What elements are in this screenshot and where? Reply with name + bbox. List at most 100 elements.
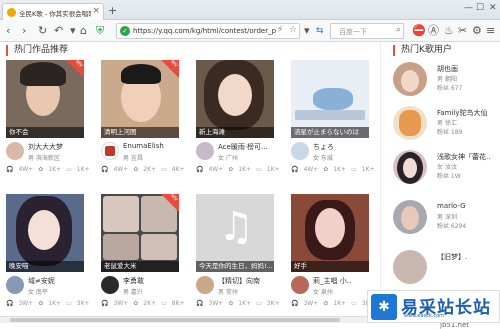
secure-lock-icon: ✓	[120, 26, 130, 36]
menu-icon[interactable]: ≡	[486, 24, 495, 37]
work-stats: 🎧 3W+ ✿ 1K+ ▭ 3K+	[196, 300, 286, 307]
comment-icon: ▭	[66, 166, 72, 173]
avatar[interactable]	[101, 276, 119, 294]
site-favicon-icon	[7, 8, 16, 17]
close-window-icon[interactable]: ✕	[489, 3, 497, 13]
extension-a-icon[interactable]: Ⓐ	[428, 24, 439, 37]
back-icon[interactable]: ‹	[6, 24, 10, 37]
avatar[interactable]	[6, 142, 24, 160]
user-gender-location: 女 汝汶	[437, 164, 457, 171]
user-item[interactable]: Family驼鸟大仙 男 徐汇 粉丝 189	[393, 106, 493, 146]
author-location: 女 东城	[313, 155, 333, 162]
author-location: 男 嘉兴	[123, 289, 143, 296]
translate-icon[interactable]: ♨	[444, 24, 454, 37]
work-thumbnail[interactable]: 好手	[291, 194, 369, 272]
avatar[interactable]	[6, 276, 24, 294]
work-thumbnail[interactable]: 流星が止まらないのは	[291, 60, 369, 138]
work-caption: 你不会	[6, 127, 84, 138]
screenshot-icon[interactable]: ✂	[458, 24, 467, 37]
avatar[interactable]	[196, 276, 214, 294]
user-item[interactable]: marlo-G 男 深圳 粉丝 6294	[393, 200, 493, 240]
floor-shape	[295, 110, 365, 120]
maximize-icon[interactable]: ☐	[476, 3, 484, 13]
comment-icon: ▭	[66, 300, 72, 307]
author-name[interactable]: 李勇敢	[123, 276, 181, 286]
comment-icon: ▭	[161, 300, 167, 307]
avatar[interactable]	[393, 62, 427, 96]
section-title-hot-users: 热门K歌用户	[393, 45, 452, 56]
author-name[interactable]: EnumaElish	[123, 142, 181, 150]
figure-shape	[313, 88, 353, 110]
author-name[interactable]: 莉_主唱 小..	[313, 276, 371, 286]
avatar[interactable]	[393, 150, 427, 184]
bookmark-star-icon[interactable]: ☆	[289, 25, 297, 35]
search-icon[interactable]: ⌕	[396, 25, 401, 35]
author-name[interactable]: 【精切】向南	[218, 276, 276, 286]
reader-mode-icon[interactable]: ⚡	[277, 25, 283, 35]
user-fans: 粉丝 677	[437, 85, 463, 92]
author-name[interactable]: 刘大大大梦	[28, 142, 86, 152]
undo-icon[interactable]: ↶	[54, 24, 63, 37]
avatar[interactable]	[291, 142, 309, 160]
flower-count: 1K+	[238, 166, 252, 173]
address-dropdown-icon[interactable]: ▾	[304, 24, 310, 37]
flower-icon: ✿	[228, 166, 234, 173]
new-tab-button[interactable]: +	[108, 4, 117, 17]
comment-icon: ▭	[256, 300, 262, 307]
minimize-icon[interactable]: —	[464, 3, 473, 13]
work-thumbnail[interactable]: MV 你不会	[6, 60, 84, 138]
forward-icon[interactable]: ›	[22, 24, 26, 37]
author-name[interactable]: Ace暖雨·榜可...	[218, 142, 276, 152]
work-thumbnail[interactable]: 晚安喵	[6, 194, 84, 272]
compat-mode-icon[interactable]: ⇆	[316, 25, 324, 38]
user-gender-location: 男 徐汇	[437, 120, 457, 127]
collage-photo	[141, 234, 177, 260]
user-name[interactable]: Family驼鸟大仙	[437, 108, 488, 118]
listen-count: 3W+	[18, 300, 34, 307]
avatar[interactable]	[196, 142, 214, 160]
work-thumbnail[interactable]: MV 老鼠爱大米	[101, 194, 179, 272]
work-thumbnail[interactable]: MV 清明上河图	[101, 60, 179, 138]
hair-shape	[121, 64, 161, 84]
flower-icon: ✿	[228, 300, 234, 307]
shield-icon[interactable]: ⛨	[96, 24, 104, 37]
author-name[interactable]: ちょろ	[313, 142, 371, 152]
listen-icon: 🎧	[196, 300, 204, 307]
avatar[interactable]	[393, 200, 427, 234]
close-tab-icon[interactable]: ×	[92, 6, 100, 16]
comment-count: 1K+	[266, 166, 280, 173]
flower-count: 2K+	[143, 166, 157, 173]
work-caption: 流星が止まらないのは	[291, 127, 369, 138]
address-url[interactable]: https://y.qq.com/kg/html/contest/order_p	[133, 27, 283, 35]
work-stats: 🎧 3W+ ✿ 2K+ ▭ 8K+	[101, 300, 191, 307]
author-name[interactable]: 域≠安妮	[28, 276, 86, 286]
scrollbar-thumb[interactable]	[10, 318, 340, 322]
avatar[interactable]	[393, 106, 427, 140]
author-location: 男 常州	[218, 289, 238, 296]
user-name[interactable]: 浅歌女神「蕾花..	[437, 152, 490, 162]
address-bar[interactable]: ✓ https://y.qq.com/kg/html/contest/order…	[116, 23, 300, 39]
ad-block-icon[interactable]: ⛔	[412, 24, 426, 37]
settings-icon[interactable]: ⚙	[472, 24, 482, 37]
search-box[interactable]: 百度一下 ⌕	[330, 23, 404, 39]
browser-tab[interactable]: 全民K歌 - 你其实很会唱歌 ×	[2, 3, 104, 20]
listen-count: 4W+	[18, 166, 34, 173]
user-item[interactable]: 【旧梦】.	[393, 250, 493, 290]
avatar[interactable]	[101, 142, 119, 160]
tab-bar: 全民K歌 - 你其实很会唱歌 × + — ☐ ✕	[0, 0, 500, 20]
flower-icon: ✿	[323, 166, 329, 173]
user-name[interactable]: 【旧梦】.	[437, 252, 467, 262]
work-thumbnail[interactable]: ♫ 今天是你的生日，妈妈!...	[196, 194, 274, 272]
user-item[interactable]: 浅歌女神「蕾花.. 女 汝汶 粉丝 1W	[393, 150, 493, 190]
undo-dropdown-icon[interactable]: ▾	[70, 24, 76, 37]
user-name[interactable]: marlo-G	[437, 202, 466, 210]
avatar[interactable]	[291, 276, 309, 294]
listen-icon: 🎧	[291, 300, 299, 307]
reload-icon[interactable]: ↻	[38, 24, 47, 37]
work-caption: 今天是你的生日，妈妈!...	[196, 261, 274, 272]
user-name[interactable]: 胡也画	[437, 64, 458, 74]
user-item[interactable]: 胡也画 男 朝阳 粉丝 677	[393, 62, 493, 102]
avatar[interactable]	[393, 250, 427, 284]
home-icon[interactable]: ⌂	[80, 24, 87, 37]
work-thumbnail[interactable]: 新上海滩	[196, 60, 274, 138]
